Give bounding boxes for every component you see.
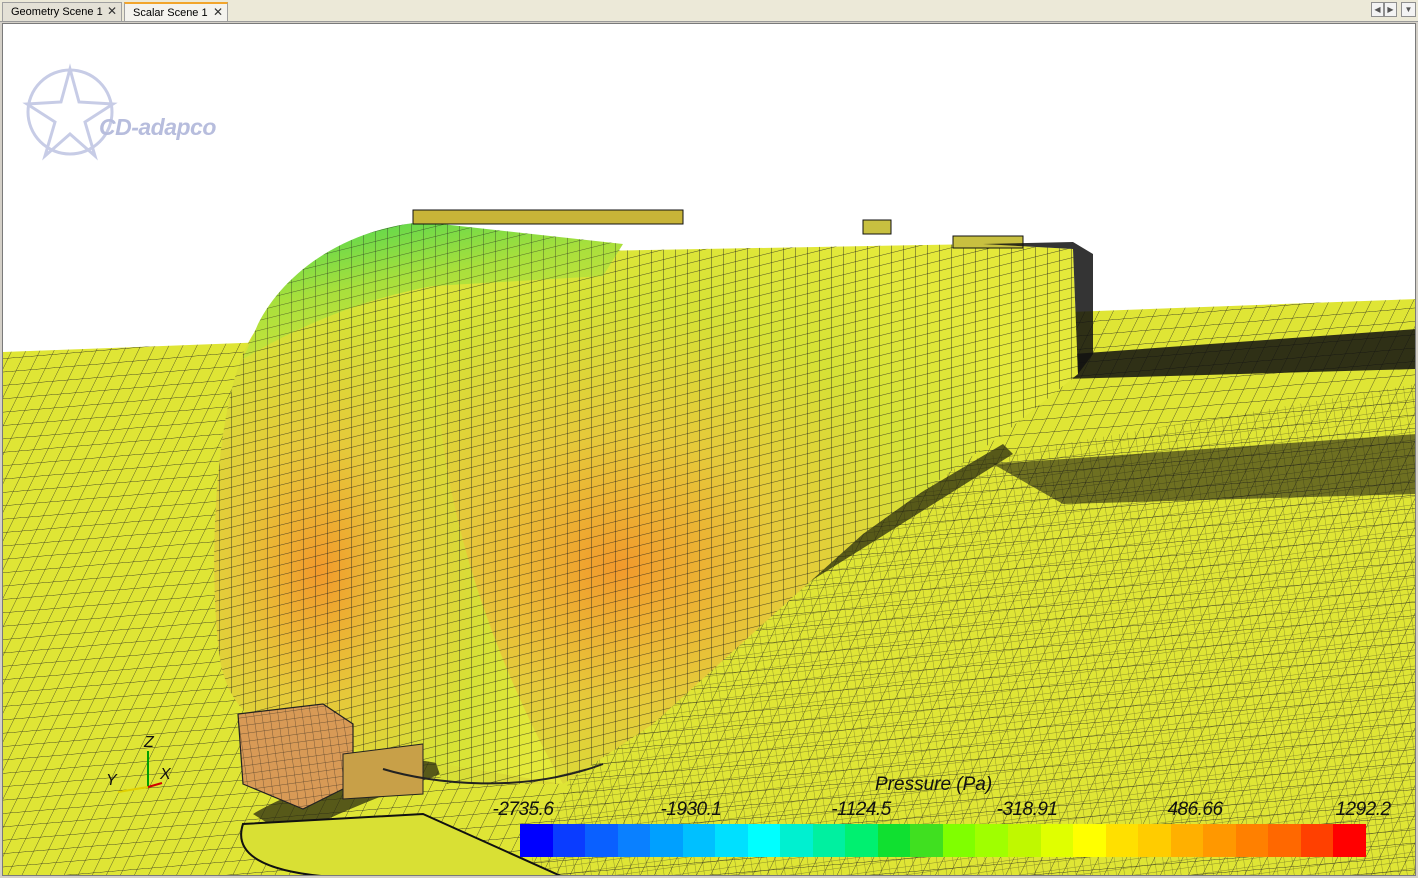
scroll-left-icon[interactable]: ◀ bbox=[1371, 2, 1384, 17]
color-bar-segment bbox=[1073, 824, 1106, 857]
color-bar-segment bbox=[1138, 824, 1171, 857]
scene-viewport[interactable]: CD-adapco Z Y X Pressure (Pa) -2735.6 -1… bbox=[2, 23, 1416, 876]
color-bar-segment bbox=[617, 824, 651, 857]
color-bar-segment bbox=[520, 824, 553, 857]
pressure-scene-render bbox=[3, 63, 1415, 875]
axis-triad: Z Y X bbox=[106, 734, 172, 793]
color-bar-segment bbox=[1333, 824, 1366, 857]
legend-tick: -318.91 bbox=[996, 799, 1058, 820]
close-icon[interactable]: ✕ bbox=[107, 3, 117, 20]
color-bar-segment bbox=[585, 824, 618, 857]
legend-title: Pressure (Pa) bbox=[875, 774, 993, 795]
color-bar-segment bbox=[1007, 824, 1041, 857]
color-bar-segment bbox=[975, 824, 1008, 857]
legend-tick: -1930.1 bbox=[660, 799, 722, 820]
color-bar-segment bbox=[1203, 824, 1236, 857]
axis-x-label: X bbox=[159, 766, 172, 783]
legend-tick: -2735.6 bbox=[492, 799, 554, 820]
scroll-right-icon[interactable]: ▶ bbox=[1384, 2, 1397, 17]
close-icon[interactable]: ✕ bbox=[213, 4, 223, 21]
color-bar-segment bbox=[1268, 824, 1301, 857]
legend-tick: 1292.2 bbox=[1335, 799, 1391, 820]
color-bar-segment bbox=[715, 824, 748, 857]
color-bar-segment bbox=[1300, 824, 1334, 857]
color-bar-segment bbox=[650, 824, 683, 857]
color-bar-segment bbox=[877, 824, 911, 857]
color-bar-segment bbox=[1040, 824, 1074, 857]
color-bar-segment bbox=[1105, 824, 1139, 857]
pressure-color-bar bbox=[520, 824, 1366, 857]
legend-tick: -1124.5 bbox=[831, 799, 891, 820]
color-bar-segment bbox=[747, 824, 781, 857]
legend-tick: 486.66 bbox=[1167, 799, 1223, 820]
tab-list-dropdown-icon[interactable]: ▼ bbox=[1401, 2, 1416, 17]
color-bar-segment bbox=[780, 824, 813, 857]
tab-scalar-scene-label: Scalar Scene 1 bbox=[133, 7, 208, 19]
tab-geometry-scene-label: Geometry Scene 1 bbox=[11, 6, 103, 18]
color-bar-segment bbox=[682, 824, 716, 857]
axis-z-label: Z bbox=[143, 734, 155, 751]
scene-tab-bar: Geometry Scene 1 ✕ Scalar Scene 1 ✕ ◀ ▶ … bbox=[0, 0, 1418, 22]
color-bar-segment bbox=[845, 824, 878, 857]
color-bar-segment bbox=[812, 824, 846, 857]
tab-geometry-scene[interactable]: Geometry Scene 1 ✕ bbox=[2, 2, 122, 21]
color-bar-segment bbox=[1170, 824, 1204, 857]
color-bar-segment bbox=[552, 824, 586, 857]
axis-y-label: Y bbox=[106, 772, 118, 789]
color-bar-segment bbox=[942, 824, 976, 857]
color-bar-segment bbox=[910, 824, 943, 857]
cd-adapco-logo-icon bbox=[22, 63, 118, 161]
tab-scalar-scene[interactable]: Scalar Scene 1 ✕ bbox=[124, 2, 228, 21]
color-bar-segment bbox=[1235, 824, 1269, 857]
logo-text: CD-adapco bbox=[99, 114, 216, 140]
